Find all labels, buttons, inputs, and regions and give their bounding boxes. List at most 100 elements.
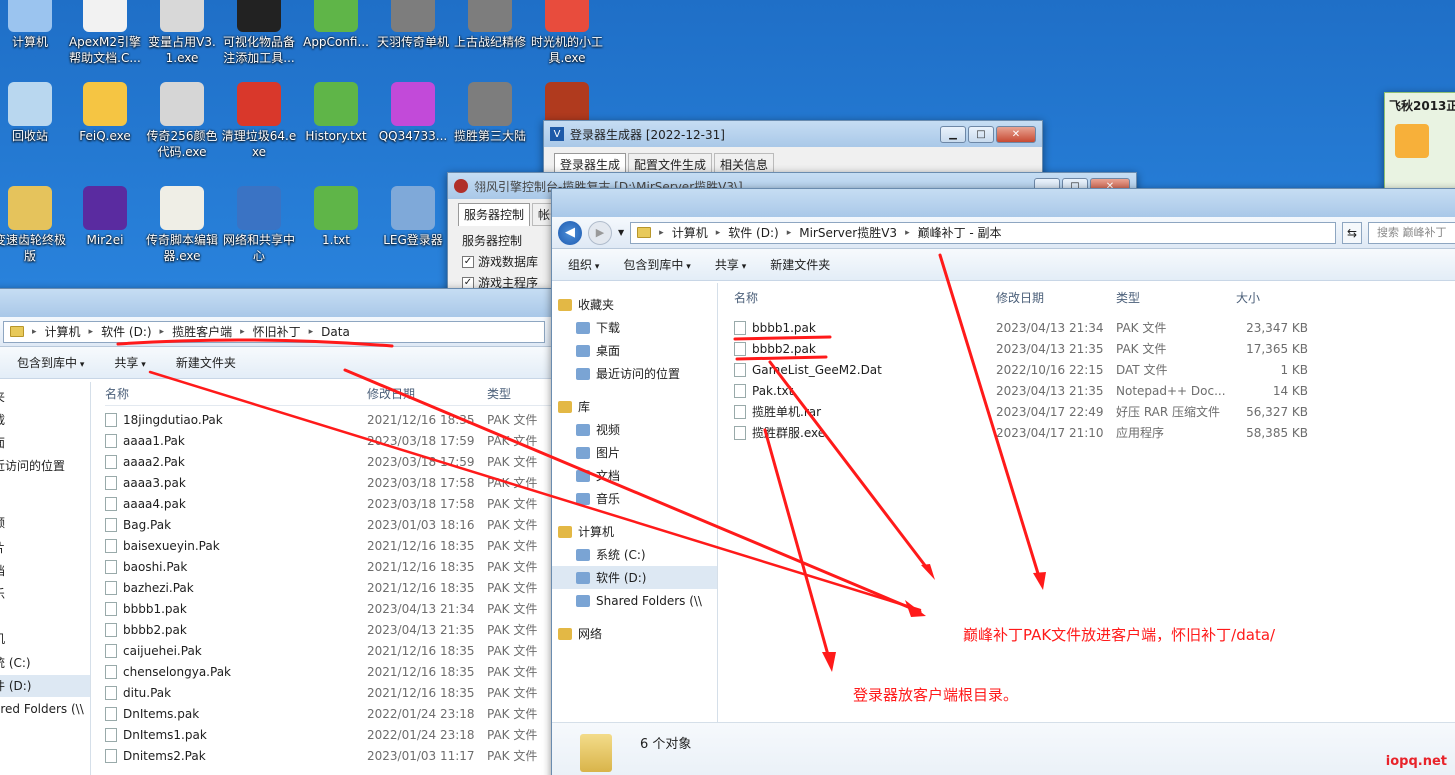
breadcrumb-item[interactable]: 揽胜客户端 (172, 323, 232, 340)
nav-group[interactable]: 库 (552, 395, 717, 418)
chevron-right-icon[interactable]: ▸ (160, 327, 165, 337)
nav-group[interactable]: 收藏夹 (552, 293, 717, 316)
file-row[interactable]: bbbb1.pak 2023/04/13 21:34 PAK 文件 23,347 KB (734, 317, 1455, 338)
refresh-button[interactable]: ⇆ (1342, 221, 1362, 244)
desktop-icon[interactable]: Mir2ei (67, 186, 143, 248)
nav-item[interactable]: 视频 (552, 418, 717, 441)
breadcrumb-item[interactable]: 软件 (D:) (101, 323, 151, 340)
checkbox[interactable]: ✓ (462, 276, 474, 289)
desktop-icon[interactable]: 传奇256颜色代码.exe (144, 82, 220, 160)
search-input[interactable]: 搜索 巅峰补丁 (1368, 221, 1455, 244)
nav-item[interactable]: 频 (0, 512, 90, 534)
file-row[interactable]: caijuehei.Pak 2021/12/16 18:35 PAK 文件 (105, 640, 551, 661)
breadcrumb-item[interactable]: 软件 (D:) (728, 224, 778, 241)
history-dropdown-icon[interactable]: ▼ (618, 228, 624, 237)
file-row[interactable]: baisexueyin.Pak 2021/12/16 18:35 PAK 文件 (105, 535, 551, 556)
share-button[interactable]: 共享 (114, 354, 145, 371)
file-row[interactable]: baoshi.Pak 2021/12/16 18:35 PAK 文件 (105, 556, 551, 577)
desktop-icon[interactable]: 回收站 (0, 82, 68, 144)
maximize-button[interactable]: □ (968, 125, 994, 143)
new-folder-button[interactable]: 新建文件夹 (770, 256, 830, 273)
nav-item[interactable]: 载 (0, 409, 90, 431)
nav-item[interactable]: 软件 (D:) (552, 566, 717, 589)
column-name[interactable]: 名称 (734, 289, 996, 306)
nav-item[interactable]: 图片 (552, 441, 717, 464)
desktop-icon[interactable]: 变量占用V3.1.exe (144, 0, 220, 66)
desktop-icon[interactable]: AppConfi... (298, 0, 374, 50)
nav-item[interactable]: 档 (0, 560, 90, 582)
file-row[interactable]: Dnitems2.Pak 2023/01/03 11:17 PAK 文件 (105, 745, 551, 766)
breadcrumb-item[interactable]: 计算机 (672, 224, 708, 241)
desktop-icon[interactable]: 揽胜第三大陆 (452, 82, 528, 144)
chevron-right-icon[interactable]: ▸ (32, 327, 37, 337)
file-row[interactable]: chenselongya.Pak 2021/12/16 18:35 PAK 文件 (105, 661, 551, 682)
desktop-icon[interactable]: 天羽传奇单机 (375, 0, 451, 50)
desktop-icon[interactable]: 计算机 (0, 0, 68, 50)
file-row[interactable]: bazhezi.Pak 2021/12/16 18:35 PAK 文件 (105, 577, 551, 598)
column-name[interactable]: 名称 (105, 385, 367, 402)
desktop-icon[interactable]: 1.txt (298, 186, 374, 248)
address-bar[interactable]: ▸ 计算机 ▸ 软件 (D:) ▸ MirServer揽胜V3 ▸ 巅峰补丁 - 副本 (630, 221, 1336, 244)
column-type[interactable]: 类型 (487, 385, 511, 402)
file-row[interactable]: Pak.txt 2023/04/13 21:35 Notepad++ Doc... 1… (734, 380, 1455, 401)
breadcrumb-item[interactable]: MirServer揽胜V3 (799, 224, 897, 241)
feiq-widget[interactable]: 飞秋2013正 (1384, 92, 1455, 192)
nav-item[interactable]: 统 (C:) (0, 652, 90, 674)
new-folder-button[interactable]: 新建文件夹 (176, 354, 236, 371)
chevron-right-icon[interactable]: ▸ (309, 327, 314, 337)
desktop-icon[interactable]: FeiQ.exe (67, 82, 143, 144)
breadcrumb-item[interactable]: Data (321, 325, 350, 339)
breadcrumb-item[interactable]: 巅峰补丁 - 副本 (918, 224, 1002, 241)
file-row[interactable]: ditu.Pak 2021/12/16 18:35 PAK 文件 (105, 682, 551, 703)
file-row[interactable]: bbbb2.pak 2023/04/13 21:35 PAK 文件 (105, 619, 551, 640)
nav-group[interactable]: 网络 (552, 622, 717, 645)
nav-item[interactable]: 片 (0, 537, 90, 559)
include-library-button[interactable]: 包含到库中 (17, 354, 84, 371)
nav-item[interactable]: 乐 (0, 583, 90, 605)
file-row[interactable]: bbbb2.pak 2023/04/13 21:35 PAK 文件 17,365 KB (734, 338, 1455, 359)
column-date[interactable]: 修改日期 (996, 289, 1116, 306)
file-row[interactable]: aaaa2.Pak 2023/03/18 17:59 PAK 文件 (105, 451, 551, 472)
file-row[interactable]: GameList_GeeM2.Dat 2022/10/16 22:15 DAT 文件… (734, 359, 1455, 380)
desktop-icon[interactable]: 上古战纪精修 (452, 0, 528, 50)
tab-server-control[interactable]: 服务器控制 (458, 203, 531, 226)
desktop-icon[interactable]: LEG登录器 (375, 186, 451, 248)
column-date[interactable]: 修改日期 (367, 385, 487, 402)
share-button[interactable]: 共享 (715, 256, 746, 273)
column-type[interactable]: 类型 (1116, 289, 1236, 306)
nav-item[interactable]: 系统 (C:) (552, 543, 717, 566)
nav-item[interactable]: 桌面 (552, 339, 717, 362)
breadcrumb-item[interactable]: 计算机 (45, 323, 81, 340)
desktop-icon[interactable]: History.txt (298, 82, 374, 144)
desktop-icon[interactable]: 时光机的小工具.exe (529, 0, 605, 66)
file-row[interactable]: DnItems.pak 2022/01/24 23:18 PAK 文件 (105, 703, 551, 724)
back-button[interactable]: ◀ (558, 220, 582, 245)
nav-item[interactable]: 面 (0, 432, 90, 454)
file-row[interactable]: aaaa3.pak 2023/03/18 17:58 PAK 文件 (105, 472, 551, 493)
address-bar[interactable]: ▸ 计算机 ▸ 软件 (D:) ▸ 揽胜客户端 ▸ 怀旧补丁 ▸ Data (3, 320, 545, 343)
close-button[interactable]: ✕ (996, 125, 1036, 143)
left-explorer-window[interactable]: ▸ 计算机 ▸ 软件 (D:) ▸ 揽胜客户端 ▸ 怀旧补丁 ▸ Data 包含到库中 共享 新建… (0, 288, 552, 775)
checkbox[interactable]: ✓ (462, 255, 474, 268)
desktop-icon[interactable]: 网络和共享中心 (221, 186, 297, 264)
nav-item[interactable]: 最近访问的位置 (552, 362, 717, 385)
minimize-button[interactable]: ▁ (940, 125, 966, 143)
forward-button[interactable]: ▶ (588, 220, 612, 245)
include-library-button[interactable]: 包含到库中 (623, 256, 690, 273)
breadcrumb-item[interactable]: 怀旧补丁 (253, 323, 301, 340)
file-row[interactable]: 揽胜单机.rar 2023/04/17 22:49 好压 RAR 压缩文件 56,32… (734, 401, 1455, 422)
file-row[interactable]: aaaa1.Pak 2023/03/18 17:59 PAK 文件 (105, 430, 551, 451)
file-row[interactable]: 18jingdutiao.Pak 2021/12/16 18:35 PAK 文件 (105, 409, 551, 430)
nav-item[interactable]: 机 (0, 628, 90, 650)
nav-item[interactable]: 下载 (552, 316, 717, 339)
file-row[interactable]: Bag.Pak 2023/01/03 18:16 PAK 文件 (105, 514, 551, 535)
nav-item[interactable]: 音乐 (552, 487, 717, 510)
nav-item[interactable]: Shared Folders (\\ (552, 589, 717, 612)
desktop-icon[interactable]: 变速齿轮终极版 (0, 186, 68, 264)
organize-button[interactable]: 组织 (568, 256, 599, 273)
desktop-icon[interactable]: 可视化物品备注添加工具... (221, 0, 297, 66)
chevron-right-icon[interactable]: ▸ (716, 228, 721, 238)
desktop-icon[interactable]: QQ34733... (375, 82, 451, 144)
file-row[interactable]: aaaa4.pak 2023/03/18 17:58 PAK 文件 (105, 493, 551, 514)
chevron-right-icon[interactable]: ▸ (659, 228, 664, 238)
